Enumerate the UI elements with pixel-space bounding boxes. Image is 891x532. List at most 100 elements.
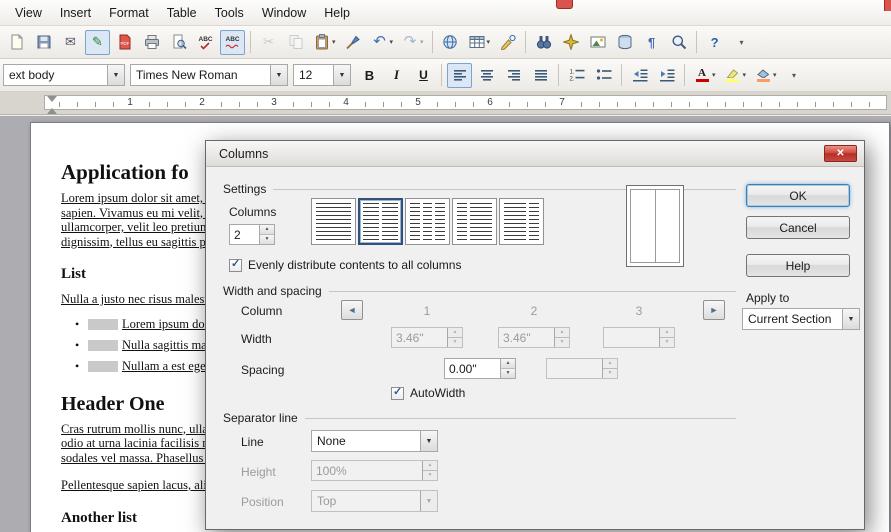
spin-up-icon[interactable]: ▲ bbox=[603, 359, 617, 369]
ruler-strip[interactable] bbox=[44, 95, 887, 110]
numbered-list-button[interactable]: 1.2. bbox=[564, 63, 589, 88]
font-name-combo[interactable]: Times New Roman ▼ bbox=[130, 64, 288, 86]
dropdown-arrow-icon[interactable]: ▾ bbox=[332, 38, 336, 46]
align-justify-button[interactable] bbox=[528, 63, 553, 88]
menu-view[interactable]: View bbox=[6, 0, 51, 25]
table-button[interactable]: ▾ bbox=[465, 30, 494, 55]
spacing-2-value[interactable] bbox=[547, 359, 602, 378]
paragraph-style-dropdown[interactable]: ▼ bbox=[107, 65, 124, 85]
width-column-3-value[interactable] bbox=[604, 328, 659, 347]
dropdown-arrow-icon[interactable]: ▾ bbox=[487, 38, 491, 46]
underline-button[interactable]: U bbox=[411, 63, 436, 88]
spin-up-icon[interactable]: ▲ bbox=[555, 328, 569, 338]
width-column-3-spinner[interactable]: ▲▼ bbox=[603, 327, 675, 348]
cancel-button[interactable]: Cancel bbox=[746, 216, 850, 239]
paragraph-style-value[interactable]: ext body bbox=[4, 65, 107, 85]
clone-formatting-button[interactable] bbox=[341, 30, 366, 55]
menu-format[interactable]: Format bbox=[100, 0, 158, 25]
ok-button[interactable]: OK bbox=[746, 184, 850, 207]
spin-up-icon[interactable]: ▲ bbox=[260, 225, 274, 235]
undo-button[interactable]: ↶▾ bbox=[368, 30, 397, 55]
zoom-button[interactable] bbox=[666, 30, 691, 55]
columns-value[interactable]: 2 bbox=[230, 225, 259, 244]
italic-button[interactable]: I bbox=[384, 63, 409, 88]
find-replace-button[interactable] bbox=[531, 30, 556, 55]
bullet-list-button[interactable] bbox=[591, 63, 616, 88]
help-button[interactable]: ? bbox=[702, 30, 727, 55]
spinner-buttons[interactable]: ▲▼ bbox=[422, 461, 437, 480]
spacing-2-spinner[interactable]: ▲▼ bbox=[546, 358, 618, 379]
redo-button[interactable]: ↷▾ bbox=[398, 30, 427, 55]
background-color-button[interactable]: ▾ bbox=[751, 63, 780, 88]
layout-one-column-button[interactable] bbox=[311, 198, 356, 245]
align-center-button[interactable] bbox=[474, 63, 499, 88]
dialog-titlebar[interactable]: Columns ✕ bbox=[206, 141, 864, 167]
spellcheck-button[interactable]: ABC bbox=[193, 30, 218, 55]
width-column-1-spinner[interactable]: 3.46" ▲▼ bbox=[391, 327, 463, 348]
width-column-2-value[interactable]: 3.46" bbox=[499, 328, 554, 347]
export-pdf-button[interactable]: PDF bbox=[112, 30, 137, 55]
copy-button[interactable] bbox=[283, 30, 308, 55]
autowidth-checkbox[interactable]: ✓ bbox=[391, 387, 404, 400]
width-column-2-spinner[interactable]: 3.46" ▲▼ bbox=[498, 327, 570, 348]
font-size-combo[interactable]: 12 ▼ bbox=[293, 64, 351, 86]
align-right-button[interactable] bbox=[501, 63, 526, 88]
paragraph-style-combo[interactable]: ext body ▼ bbox=[3, 64, 125, 86]
menu-insert[interactable]: Insert bbox=[51, 0, 100, 25]
dropdown-arrow-icon[interactable]: ▾ bbox=[743, 71, 747, 79]
dropdown-arrow-icon[interactable]: ▾ bbox=[712, 71, 716, 79]
formatting-marks-button[interactable]: ¶ bbox=[639, 30, 664, 55]
increase-indent-button[interactable] bbox=[654, 63, 679, 88]
font-size-dropdown[interactable]: ▼ bbox=[333, 65, 350, 85]
spin-up-icon[interactable]: ▲ bbox=[660, 328, 674, 338]
apply-to-dropdown[interactable]: ▼ bbox=[842, 309, 859, 329]
spinner-buttons[interactable]: ▲▼ bbox=[602, 359, 617, 378]
menu-table[interactable]: Table bbox=[158, 0, 206, 25]
menu-window[interactable]: Window bbox=[253, 0, 315, 25]
line-style-dropdown[interactable]: ▼ bbox=[420, 431, 437, 451]
toolbar-overflow-button[interactable]: ▾ bbox=[782, 63, 807, 88]
position-combo[interactable]: Top ▼ bbox=[311, 490, 438, 512]
auto-spellcheck-button[interactable]: ABC bbox=[220, 30, 245, 55]
align-left-button[interactable] bbox=[447, 63, 472, 88]
columns-spinner[interactable]: 2 ▲▼ bbox=[229, 224, 275, 245]
layout-three-columns-button[interactable] bbox=[405, 198, 450, 245]
next-column-button[interactable]: ► bbox=[703, 300, 725, 320]
position-dropdown[interactable]: ▼ bbox=[420, 491, 437, 511]
font-color-button[interactable]: A▾ bbox=[690, 63, 719, 88]
save-button[interactable] bbox=[31, 30, 56, 55]
spinner-buttons[interactable]: ▲▼ bbox=[659, 328, 674, 347]
decrease-indent-button[interactable] bbox=[627, 63, 652, 88]
dropdown-arrow-icon[interactable]: ▾ bbox=[420, 38, 424, 46]
paste-button[interactable]: ▾ bbox=[310, 30, 339, 55]
font-name-value[interactable]: Times New Roman bbox=[131, 65, 270, 85]
hyperlink-button[interactable] bbox=[438, 30, 463, 55]
dropdown-arrow-icon[interactable]: ▾ bbox=[390, 38, 394, 46]
height-value[interactable]: 100% bbox=[312, 461, 422, 480]
layout-right-narrow-button[interactable] bbox=[499, 198, 544, 245]
evenly-distribute-checkbox[interactable]: ✓ bbox=[229, 259, 242, 272]
highlighting-button[interactable]: ▾ bbox=[721, 63, 750, 88]
menu-tools[interactable]: Tools bbox=[206, 0, 253, 25]
apply-to-value[interactable]: Current Section bbox=[743, 309, 842, 329]
dropdown-arrow-icon[interactable]: ▾ bbox=[773, 71, 777, 79]
font-size-value[interactable]: 12 bbox=[294, 65, 333, 85]
bold-button[interactable]: B bbox=[357, 63, 382, 88]
spin-down-icon[interactable]: ▼ bbox=[260, 235, 274, 244]
help-button[interactable]: Help bbox=[746, 254, 850, 277]
spin-up-icon[interactable]: ▲ bbox=[501, 359, 515, 369]
spin-down-icon[interactable]: ▼ bbox=[603, 369, 617, 378]
new-document-button[interactable] bbox=[4, 30, 29, 55]
columns-spinner-buttons[interactable]: ▲▼ bbox=[259, 225, 274, 244]
spin-down-icon[interactable]: ▼ bbox=[660, 338, 674, 347]
position-value[interactable]: Top bbox=[312, 491, 420, 511]
dialog-close-button[interactable]: ✕ bbox=[824, 145, 857, 162]
layout-two-columns-button[interactable] bbox=[358, 198, 403, 245]
email-button[interactable]: ✉ bbox=[58, 30, 83, 55]
spin-up-icon[interactable]: ▲ bbox=[423, 461, 437, 471]
data-sources-button[interactable] bbox=[612, 30, 637, 55]
gallery-button[interactable] bbox=[585, 30, 610, 55]
draw-functions-button[interactable] bbox=[495, 30, 520, 55]
height-spinner[interactable]: 100% ▲▼ bbox=[311, 460, 438, 481]
spinner-buttons[interactable]: ▲▼ bbox=[500, 359, 515, 378]
